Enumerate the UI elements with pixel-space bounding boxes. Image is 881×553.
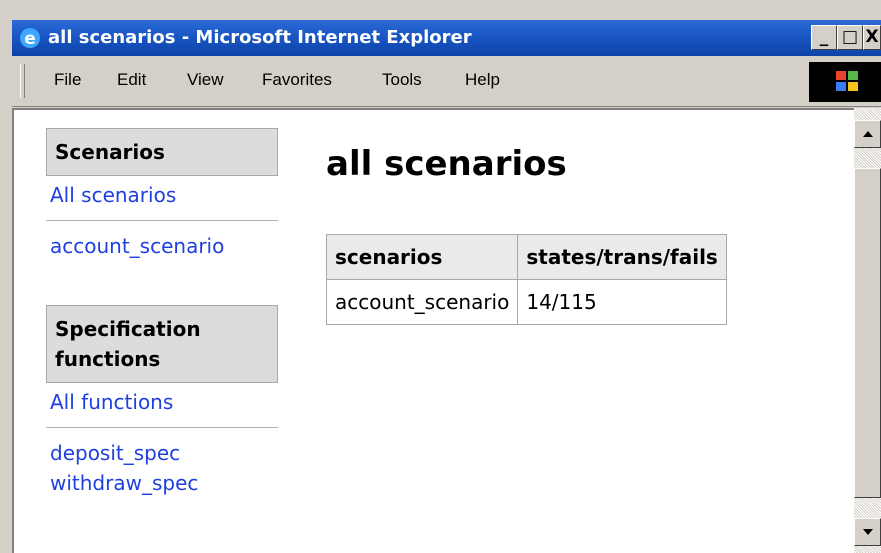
window-title: all scenarios - Microsoft Internet Explo… <box>48 27 472 48</box>
menu-file[interactable]: File <box>54 70 81 90</box>
down-arrow-icon <box>863 529 873 535</box>
windows-flag-icon <box>836 71 858 91</box>
link-all-functions[interactable]: All functions <box>46 383 278 421</box>
link-withdraw-spec[interactable]: withdraw_spec <box>46 468 278 502</box>
menu-favorites[interactable]: Favorites <box>262 70 332 90</box>
windows-logo <box>809 62 881 102</box>
scenarios-table: scenarios states/trans/fails account_sce… <box>325 234 727 325</box>
close-button[interactable]: X <box>863 25 881 50</box>
menu-view[interactable]: View <box>187 70 224 90</box>
link-account-scenario[interactable]: account_scenario <box>46 227 278 265</box>
menu-help[interactable]: Help <box>465 70 500 90</box>
table-cell: account_scenario <box>325 279 519 325</box>
up-arrow-icon <box>863 131 873 137</box>
scroll-down-button[interactable] <box>854 518 881 546</box>
browser-window: e all scenarios - Microsoft Internet Exp… <box>0 0 881 553</box>
svg-text:e: e <box>24 29 36 49</box>
page-content: Scenarios All scenarios account_scenario… <box>12 108 854 553</box>
menu-edit[interactable]: Edit <box>117 70 146 90</box>
menu-tools[interactable]: Tools <box>382 70 422 90</box>
internet-explorer-icon: e <box>20 28 40 49</box>
scroll-thumb[interactable] <box>854 168 881 498</box>
vertical-scrollbar[interactable] <box>854 108 881 553</box>
table-row: account_scenario 14/115 <box>325 279 727 325</box>
column-header: states/trans/fails <box>517 234 727 280</box>
title-bar[interactable]: e all scenarios - Microsoft Internet Exp… <box>12 20 881 56</box>
link-deposit-spec[interactable]: deposit_spec <box>46 434 278 468</box>
table-header-row: scenarios states/trans/fails <box>325 234 727 280</box>
link-all-scenarios[interactable]: All scenarios <box>46 176 278 214</box>
scroll-up-button[interactable] <box>854 120 881 148</box>
divider <box>46 220 278 221</box>
page-title: all scenarios <box>326 144 567 184</box>
menu-bar: File Edit View Favorites Tools Help <box>12 58 881 107</box>
toolbar-grip[interactable] <box>20 64 25 98</box>
table-cell: 14/115 <box>517 279 727 325</box>
functions-heading: Specification functions <box>46 305 278 383</box>
minimize-button[interactable]: _ <box>811 25 837 50</box>
divider <box>46 427 278 428</box>
maximize-button[interactable]: □ <box>837 25 863 50</box>
scenarios-heading: Scenarios <box>46 128 278 176</box>
sidebar: Scenarios All scenarios account_scenario… <box>46 128 278 502</box>
column-header: scenarios <box>325 234 519 280</box>
